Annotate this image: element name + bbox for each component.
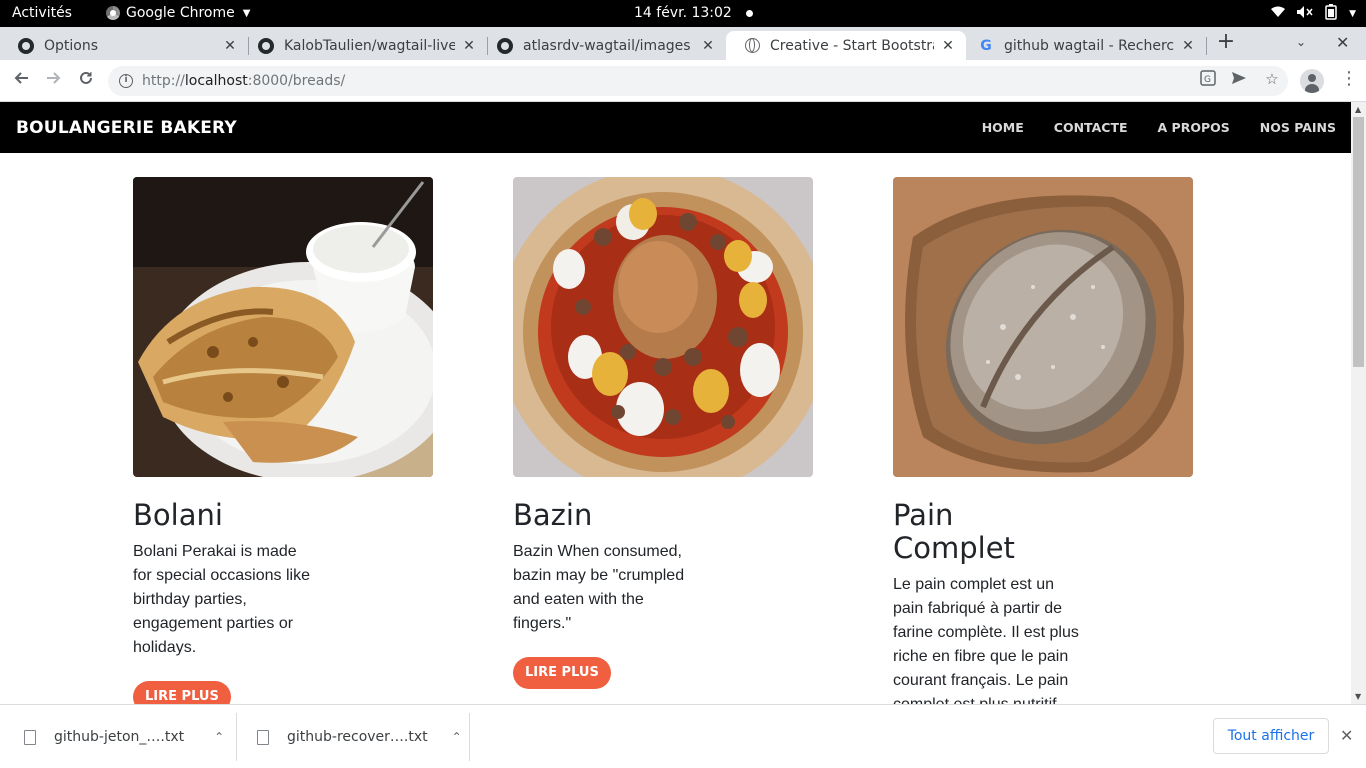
tab-divider	[1206, 37, 1207, 55]
close-icon[interactable]: ✕	[1180, 38, 1196, 54]
github-icon	[18, 37, 34, 54]
close-downloads-icon[interactable]: ✕	[1340, 726, 1353, 745]
bread-title: Bolani	[133, 498, 223, 532]
tab-search-chevron-icon[interactable]: ⌄	[1296, 35, 1306, 49]
forward-arrow-icon[interactable]	[43, 70, 65, 92]
bread-title: Pain Complet	[893, 498, 1015, 565]
read-more-button[interactable]: LIRE PLUS	[133, 681, 231, 704]
scroll-down-arrow-icon[interactable]: ▼	[1355, 692, 1361, 701]
site-nav-links: HOME CONTACTE A PROPOS NOS PAINS	[982, 120, 1336, 135]
svg-text:G: G	[1204, 75, 1211, 85]
bolani-image[interactable]	[133, 177, 433, 477]
bread-description: Bolani Perakai is made for special occas…	[133, 543, 310, 656]
read-more-button[interactable]: LIRE PLUS	[513, 657, 611, 689]
tab-title: Creative - Start Bootstrap	[770, 37, 934, 54]
back-arrow-icon[interactable]	[10, 70, 32, 92]
volume-muted-icon	[1297, 6, 1313, 22]
show-all-downloads-button[interactable]: Tout afficher	[1213, 718, 1329, 754]
google-icon: G	[980, 37, 992, 54]
wifi-icon	[1271, 6, 1286, 22]
tab-atlasrdv[interactable]: atlasrdv-wagtail/images a ✕	[479, 31, 726, 60]
tab-title: atlasrdv-wagtail/images a	[523, 37, 694, 54]
browser-toolbar: i http://localhost:8000/breads/ G ☆	[0, 60, 1366, 102]
tab-wagtail-live[interactable]: KalobTaulien/wagtail-live ✕	[240, 31, 487, 60]
power-menu-caret-icon: ▼	[1349, 9, 1356, 19]
chevron-up-icon[interactable]: ⌃	[452, 730, 462, 744]
download-item[interactable]: github-recover….txt ⌃	[257, 713, 462, 761]
close-icon[interactable]: ✕	[700, 38, 716, 54]
chevron-up-icon[interactable]: ⌃	[214, 730, 224, 744]
battery-icon	[1325, 4, 1337, 24]
close-icon[interactable]: ✕	[222, 38, 238, 54]
site-navbar: BOULANGERIE BAKERY HOME CONTACTE A PROPO…	[0, 102, 1351, 153]
address-bar[interactable]: i http://localhost:8000/breads/	[108, 66, 1288, 96]
download-filename: github-recover….txt	[287, 729, 428, 745]
download-filename: github-jeton_….txt	[54, 729, 185, 745]
nav-contact-link[interactable]: CONTACTE	[1054, 120, 1128, 135]
chrome-icon	[106, 6, 120, 20]
bazin-image[interactable]	[513, 177, 813, 477]
download-item[interactable]: github-jeton_….txt ⌃	[24, 713, 224, 761]
nav-breads-link[interactable]: NOS PAINS	[1260, 120, 1336, 135]
system-top-bar: Activités Google Chrome ▼ 14 févr. 13:02…	[0, 0, 1366, 27]
bread-card-bazin: Bazin Bazin When consumed, bazin may be …	[513, 177, 813, 689]
tab-google-search[interactable]: G github wagtail - Recherch ✕	[960, 31, 1206, 60]
globe-icon	[744, 38, 760, 54]
reload-icon[interactable]	[75, 70, 97, 92]
bread-card-bolani: Bolani Bolani Perakai is made for specia…	[133, 177, 433, 704]
bread-title: Bazin	[513, 498, 593, 532]
site-brand[interactable]: BOULANGERIE BAKERY	[16, 118, 237, 138]
scroll-up-arrow-icon[interactable]: ▲	[1355, 105, 1361, 114]
pain-complet-image[interactable]	[893, 177, 1193, 477]
window-close-icon[interactable]: ✕	[1336, 33, 1349, 52]
github-icon	[258, 37, 274, 54]
translate-icon[interactable]: G	[1198, 70, 1218, 90]
profile-avatar-icon[interactable]	[1300, 69, 1324, 93]
close-icon[interactable]: ✕	[940, 38, 956, 54]
tab-options[interactable]: Options ✕	[0, 31, 248, 60]
scroll-thumb[interactable]	[1353, 117, 1364, 367]
clock[interactable]: 14 févr. 13:02	[634, 5, 732, 21]
close-icon[interactable]: ✕	[461, 38, 477, 54]
system-status-area[interactable]: ▼	[1271, 4, 1356, 24]
tab-title: github wagtail - Recherch	[1004, 37, 1174, 54]
url-text[interactable]: http://localhost:8000/breads/	[142, 73, 345, 89]
file-icon	[257, 729, 269, 745]
nav-about-link[interactable]: A PROPOS	[1158, 120, 1230, 135]
tab-strip: Options ✕ KalobTaulien/wagtail-live ✕ at…	[0, 27, 1366, 60]
bread-description: Le pain complet est un pain fabriqué à p…	[893, 576, 1079, 704]
page-scrollbar[interactable]: ▲ ▼	[1351, 102, 1366, 704]
tab-creative-active[interactable]: Creative - Start Bootstrap ✕	[726, 31, 966, 60]
caret-down-icon: ▼	[242, 7, 251, 19]
notification-dot-icon	[746, 10, 753, 17]
downloads-bar: github-jeton_….txt ⌃ github-recover….txt…	[0, 704, 1366, 768]
tab-title: Options	[44, 37, 99, 54]
app-menu[interactable]: Google Chrome ▼	[106, 5, 250, 21]
download-divider	[469, 713, 470, 761]
download-divider	[236, 713, 237, 761]
activities-button[interactable]: Activités	[12, 5, 72, 21]
file-icon	[24, 729, 36, 745]
chrome-menu-icon[interactable]: ⋮	[1340, 70, 1358, 88]
app-name: Google Chrome	[126, 5, 235, 21]
page-viewport: BOULANGERIE BAKERY HOME CONTACTE A PROPO…	[0, 102, 1351, 704]
bookmark-star-icon[interactable]: ☆	[1262, 70, 1282, 88]
bread-card-pain-complet: Pain Complet Le pain complet est un pain…	[893, 177, 1193, 704]
bread-description: Bazin When consumed, bazin may be "crump…	[513, 543, 685, 632]
send-icon[interactable]	[1229, 70, 1249, 90]
github-icon	[497, 37, 513, 54]
site-info-icon[interactable]: i	[119, 74, 133, 88]
tab-title: KalobTaulien/wagtail-live	[284, 37, 455, 54]
nav-home-link[interactable]: HOME	[982, 120, 1024, 135]
new-tab-plus-icon[interactable]: +	[1216, 31, 1236, 53]
